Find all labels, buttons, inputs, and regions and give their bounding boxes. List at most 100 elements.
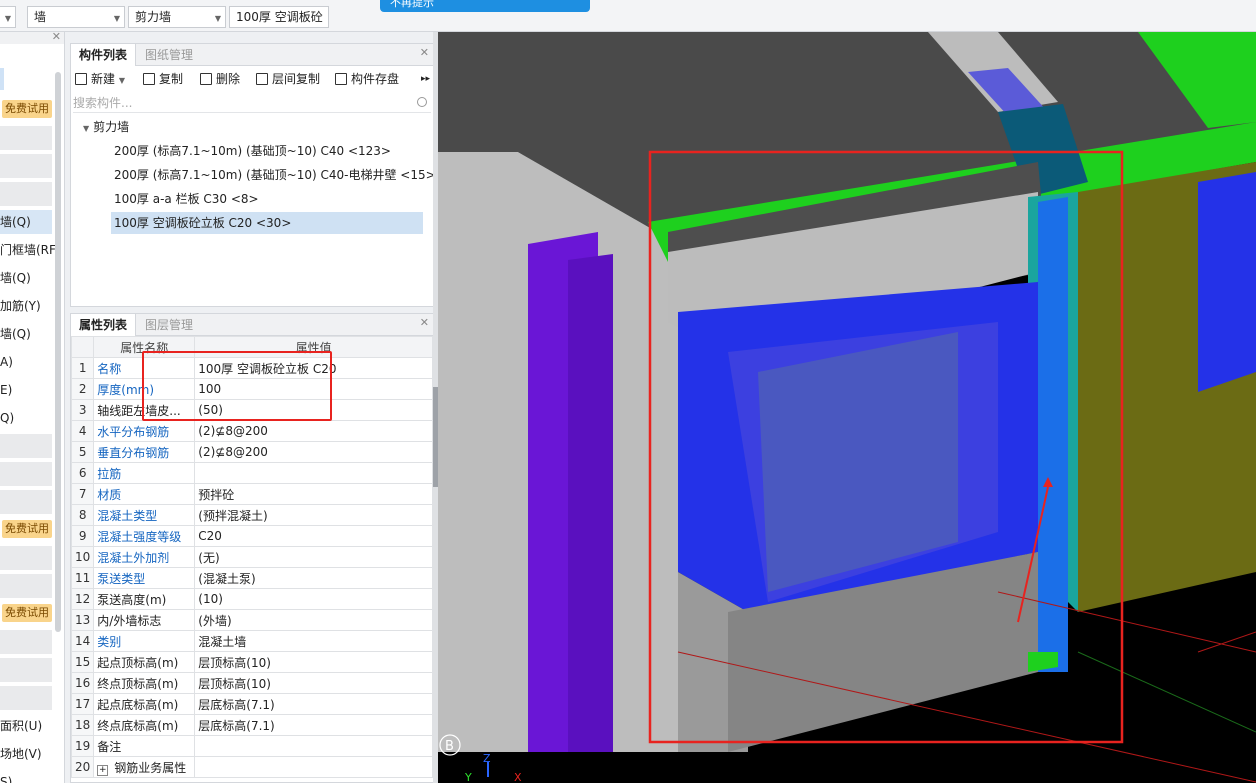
tab-layer-management[interactable]: 图层管理 bbox=[137, 314, 201, 336]
nav-item-area[interactable]: 面积(U) bbox=[0, 714, 52, 738]
close-icon[interactable]: ✕ bbox=[420, 316, 429, 329]
nav-item-wall[interactable]: 墙(Q) bbox=[0, 210, 52, 234]
property-row[interactable]: 18 终点底标高(m) 层底标高(7.1) bbox=[71, 714, 433, 736]
tab-property-list[interactable]: 属性列表 bbox=[71, 314, 137, 336]
delete-button[interactable]: 删除 bbox=[200, 70, 240, 88]
3d-viewport[interactable]: B Z Y X bbox=[438, 32, 1256, 783]
property-value[interactable]: 层底标高(7.1) bbox=[194, 693, 433, 715]
property-row[interactable]: 10 混凝土外加剂 (无) bbox=[71, 546, 433, 568]
close-icon[interactable]: ✕ bbox=[52, 32, 61, 43]
toast-text: 不再提示 bbox=[390, 0, 434, 9]
more-icon[interactable]: ▸▸ bbox=[421, 70, 430, 88]
property-row[interactable]: 17 起点底标高(m) 层底标高(7.1) bbox=[71, 693, 433, 715]
nav-item-site[interactable]: 场地(V) bbox=[0, 742, 52, 766]
property-row[interactable]: 20 + 钢筋业务属性 bbox=[71, 756, 433, 778]
free-trial-badge[interactable]: 免费试用 bbox=[2, 100, 52, 118]
nav-item-blank[interactable] bbox=[0, 154, 52, 178]
property-row[interactable]: 14 类别 混凝土墙 bbox=[71, 630, 433, 652]
property-value[interactable]: (10) bbox=[194, 588, 433, 610]
property-value[interactable]: (无) bbox=[194, 546, 433, 568]
tree-item[interactable]: 200厚 (标高7.1~10m) (基础顶~10) C40 <123> bbox=[111, 140, 423, 162]
hint-toast[interactable]: 不再提示 bbox=[380, 0, 590, 12]
free-trial-badge[interactable]: 免费试用 bbox=[2, 604, 52, 622]
property-value[interactable] bbox=[194, 462, 433, 484]
subtype-value: 剪力墙 bbox=[135, 10, 172, 24]
chevron-down-icon: ▼ bbox=[214, 14, 221, 23]
nav-item-blank[interactable] bbox=[0, 490, 52, 514]
nav-item-q[interactable]: Q) bbox=[0, 406, 52, 430]
property-name: 起点底标高(m) bbox=[93, 693, 196, 715]
nav-item-blank[interactable] bbox=[0, 434, 52, 458]
chevron-down-icon[interactable]: ▼ bbox=[83, 124, 89, 133]
property-row[interactable]: 11 泵送类型 (混凝土泵) bbox=[71, 567, 433, 589]
nav-item-blank[interactable] bbox=[0, 630, 52, 654]
nav-item-a[interactable]: A) bbox=[0, 350, 52, 374]
nav-item-blank[interactable] bbox=[0, 546, 52, 570]
component-select[interactable]: 100厚 空调板砼 bbox=[229, 6, 329, 28]
property-value[interactable]: 层顶标高(10) bbox=[194, 672, 433, 694]
property-row[interactable]: 16 终点顶标高(m) 层顶标高(10) bbox=[71, 672, 433, 694]
row-index: 10 bbox=[71, 546, 95, 568]
property-name: 拉筋 bbox=[93, 462, 196, 484]
property-value[interactable]: 层顶标高(10) bbox=[194, 651, 433, 673]
tree-item[interactable]: 100厚 a-a 栏板 C30 <8> bbox=[111, 188, 423, 210]
nav-item-blank[interactable] bbox=[0, 574, 52, 598]
property-row[interactable]: 15 起点顶标高(m) 层顶标高(10) bbox=[71, 651, 433, 673]
nav-item-blank[interactable] bbox=[0, 686, 52, 710]
element-type-select[interactable]: 墙 ▼ bbox=[27, 6, 125, 28]
tree-item[interactable]: 200厚 (标高7.1~10m) (基础顶~10) C40-电梯井壁 <15> bbox=[111, 164, 436, 186]
left-combo-arrow[interactable]: ▼ bbox=[0, 6, 16, 28]
top-toolbar: ▼ 墙 ▼ 剪力墙 ▼ 100厚 空调板砼 不再提示 bbox=[0, 0, 1256, 32]
property-value[interactable]: (混凝土泵) bbox=[194, 567, 433, 589]
3d-model-view[interactable]: B Z Y X bbox=[438, 32, 1256, 783]
property-value[interactable]: (外墙) bbox=[194, 609, 433, 631]
property-name: 混凝土外加剂 bbox=[93, 546, 196, 568]
nav-item-blank[interactable] bbox=[0, 658, 52, 682]
property-row[interactable]: 9 混凝土强度等级 C20 bbox=[71, 525, 433, 547]
property-row[interactable]: 19 备注 bbox=[71, 735, 433, 757]
nav-item-wall-3[interactable]: 墙(Q) bbox=[0, 322, 52, 346]
tab-component-list[interactable]: 构件列表 bbox=[71, 44, 137, 66]
nav-item-blank[interactable] bbox=[0, 126, 52, 150]
property-row[interactable]: 5 垂直分布钢筋 (2)⊈8@200 bbox=[71, 441, 433, 463]
property-row[interactable]: 6 拉筋 bbox=[71, 462, 433, 484]
subtype-select[interactable]: 剪力墙 ▼ bbox=[128, 6, 226, 28]
nav-item-blank[interactable] bbox=[0, 182, 52, 206]
nav-item-e[interactable]: E) bbox=[0, 378, 52, 402]
nav-item-door-frame-wall[interactable]: 门框墙(RF bbox=[0, 238, 56, 262]
property-row[interactable]: 4 水平分布钢筋 (2)⊈8@200 bbox=[71, 420, 433, 442]
nav-item-s[interactable]: S) bbox=[0, 770, 52, 783]
free-trial-badge[interactable]: 免费试用 bbox=[2, 520, 52, 538]
floor-copy-button[interactable]: 层间复制 bbox=[256, 70, 320, 88]
nav-item-rebar[interactable]: 加筋(Y) bbox=[0, 294, 52, 318]
axis-label-b: B bbox=[445, 739, 454, 754]
nav-item-wall-2[interactable]: 墙(Q) bbox=[0, 266, 52, 290]
property-value[interactable]: (预拌混凝土) bbox=[194, 504, 433, 526]
tree-root-shear-wall[interactable]: ▼ 剪力墙 bbox=[83, 116, 129, 138]
tab-drawing-management[interactable]: 图纸管理 bbox=[137, 44, 201, 66]
new-button[interactable]: 新建 ▼ bbox=[75, 70, 125, 88]
close-icon[interactable]: ✕ bbox=[420, 46, 429, 59]
property-value[interactable]: (2)⊈8@200 bbox=[194, 420, 433, 442]
property-value[interactable]: (2)⊈8@200 bbox=[194, 441, 433, 463]
search-icon[interactable] bbox=[417, 97, 427, 107]
strip-header: ✕ bbox=[0, 32, 64, 44]
property-row[interactable]: 13 内/外墙标志 (外墙) bbox=[71, 609, 433, 631]
property-value[interactable]: 预拌砼 bbox=[194, 483, 433, 505]
property-value[interactable]: 层底标高(7.1) bbox=[194, 714, 433, 736]
property-row[interactable]: 8 混凝土类型 (预拌混凝土) bbox=[71, 504, 433, 526]
scrollbar[interactable] bbox=[55, 72, 61, 632]
property-value[interactable] bbox=[194, 756, 433, 778]
nav-item-blank[interactable] bbox=[0, 462, 52, 486]
row-index: 7 bbox=[71, 483, 95, 505]
property-value[interactable] bbox=[194, 735, 433, 757]
save-component-button[interactable]: 构件存盘 bbox=[335, 70, 399, 88]
property-row[interactable]: 7 材质 预拌砼 bbox=[71, 483, 433, 505]
property-value[interactable]: C20 bbox=[194, 525, 433, 547]
component-search[interactable]: 搜索构件... bbox=[73, 93, 431, 113]
property-value[interactable]: 混凝土墙 bbox=[194, 630, 433, 652]
tree-item-selected[interactable]: 100厚 空调板砼立板 C20 <30> bbox=[111, 212, 423, 234]
property-row[interactable]: 12 泵送高度(m) (10) bbox=[71, 588, 433, 610]
copy-button[interactable]: 复制 bbox=[143, 70, 183, 88]
expand-icon[interactable]: + bbox=[97, 764, 109, 776]
